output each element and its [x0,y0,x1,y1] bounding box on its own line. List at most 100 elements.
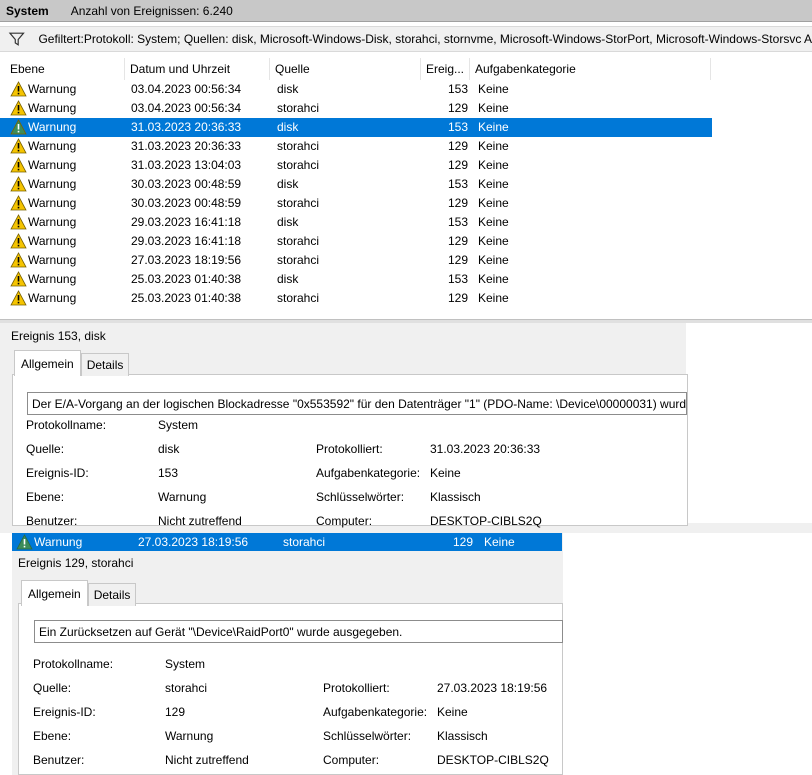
cell-level: Warnung [28,215,77,229]
event-detail-pane-overlay: Warnung 27.03.2023 18:19:56 storahci 129… [12,528,563,775]
column-header-level[interactable]: Ebene [6,58,125,80]
table-row[interactable]: Warnung 25.03.2023 01:40:38 storahci 129 Kei… [0,289,712,308]
warning-triangle-icon [10,233,27,249]
warning-triangle-icon [10,214,27,230]
table-row[interactable]: Warnung 03.04.2023 00:56:34 disk 153 Keine [0,80,712,99]
overlay-selected-row[interactable]: Warnung 27.03.2023 18:19:56 storahci 129… [12,533,562,551]
cell-date: 31.03.2023 20:36:33 [131,120,242,134]
label-computer: Computer: [323,753,380,767]
event-message[interactable]: Ein Zurücksetzen auf Gerät "\Device\Raid… [34,620,563,643]
cell-date: 29.03.2023 16:41:18 [131,234,242,248]
cell-level: Warnung [28,139,77,153]
label-source: Quelle: [26,442,65,456]
column-header-source[interactable]: Quelle [271,58,421,80]
filter-text: Gefiltert:Protokoll: System; Quellen: di… [38,32,812,46]
cell-source: storahci [277,139,320,153]
cell-date: 03.04.2023 00:56:34 [131,82,242,96]
filter-funnel-icon [8,32,25,46]
cell-source: disk [277,120,299,134]
cell-event-id: 153 [448,272,469,286]
tab-details[interactable]: Details [80,353,130,376]
cell-date: 29.03.2023 16:41:18 [131,215,242,229]
tab-details[interactable]: Details [87,583,137,606]
label-task-category: Aufgabenkategorie: [316,466,421,480]
column-header-date[interactable]: Datum und Uhrzeit [126,58,270,80]
cell-event-id: 129 [448,196,469,210]
table-row[interactable]: Warnung 29.03.2023 16:41:18 storahci 129 Kei… [0,232,712,251]
value-logged: 27.03.2023 18:19:56 [437,681,548,695]
column-header-event-id[interactable]: Ereig... [422,58,470,80]
cell-source: disk [277,215,299,229]
cell-task-category: Keine [478,120,509,134]
value-log-name: System [165,657,206,671]
cell-level: Warnung [28,82,77,96]
cell-task-category: Keine [478,196,509,210]
overlay-task: Keine [484,535,515,549]
warning-triangle-icon [10,119,27,135]
table-row[interactable]: Warnung 03.04.2023 00:56:34 storahci 129 Kei… [0,99,712,118]
event-count: Anzahl von Ereignissen: 6.240 [70,3,233,18]
table-row[interactable]: Warnung 31.03.2023 20:36:33 storahci 129 Kei… [0,137,712,156]
value-task-category: Keine [430,466,461,480]
value-computer: DESKTOP-CIBLS2Q [430,514,542,528]
column-header-task-category[interactable]: Aufgabenkategorie [471,58,711,80]
detail-title: Ereignis 129, storahci [18,556,134,570]
title-bar: System Anzahl von Ereignissen: 6.240 [0,0,812,22]
cell-event-id: 153 [448,120,469,134]
warning-triangle-icon [10,100,27,116]
cell-task-category: Keine [478,82,509,96]
detail-tabs: Allgemein Details [21,580,137,606]
warning-triangle-icon [10,271,27,287]
cell-date: 03.04.2023 00:56:34 [131,101,242,115]
label-logged: Protokolliert: [323,681,390,695]
value-level: Warnung [158,490,207,504]
cell-source: storahci [277,196,320,210]
value-computer: DESKTOP-CIBLS2Q [437,753,549,767]
label-event-id: Ereignis-ID: [26,466,89,480]
value-source: disk [158,442,180,456]
warning-triangle-icon [10,195,27,211]
warning-triangle-icon [10,81,27,97]
value-keywords: Klassisch [430,490,481,504]
cell-source: disk [277,82,299,96]
value-event-id: 153 [158,466,179,480]
cell-event-id: 129 [448,253,469,267]
table-row[interactable]: Warnung 31.03.2023 20:36:33 disk 153 Keine [0,118,712,137]
cell-task-category: Keine [478,215,509,229]
cell-event-id: 129 [448,139,469,153]
cell-level: Warnung [28,291,77,305]
table-row[interactable]: Warnung 30.03.2023 00:48:59 disk 153 Keine [0,175,712,194]
cell-task-category: Keine [478,139,509,153]
value-level: Warnung [165,729,214,743]
event-message[interactable]: Der E/A-Vorgang an der logischen Blockad… [27,392,687,415]
table-row[interactable]: Warnung 29.03.2023 16:41:18 disk 153 Keine [0,213,712,232]
cell-level: Warnung [28,272,77,286]
table-row[interactable]: Warnung 25.03.2023 01:40:38 disk 153 Keine [0,270,712,289]
label-log-name: Protokollname: [26,418,107,432]
table-row[interactable]: Warnung 30.03.2023 00:48:59 storahci 129 Kei… [0,194,712,213]
table-row[interactable]: Warnung 27.03.2023 18:19:56 storahci 129 Kei… [0,251,712,270]
cell-level: Warnung [28,101,77,115]
overlay-event-id: 129 [453,535,474,549]
warning-triangle-icon [10,252,27,268]
cell-task-category: Keine [478,291,509,305]
label-level: Ebene: [26,490,65,504]
value-keywords: Klassisch [437,729,488,743]
detail-tabs: Allgemein Details [14,350,130,376]
cell-source: disk [277,272,299,286]
cell-level: Warnung [28,177,77,191]
value-log-name: System [158,418,199,432]
label-user: Benutzer: [33,753,85,767]
cell-source: storahci [277,253,320,267]
cell-source: storahci [277,101,320,115]
label-user: Benutzer: [26,514,78,528]
value-task-category: Keine [437,705,468,719]
table-row[interactable]: Warnung 31.03.2023 13:04:03 storahci 129 Kei… [0,156,712,175]
cell-level: Warnung [28,196,77,210]
tab-general[interactable]: Allgemein [14,350,81,376]
label-log-name: Protokollname: [33,657,114,671]
tab-general[interactable]: Allgemein [21,580,88,606]
detail-title: Ereignis 153, disk [11,329,106,343]
event-list[interactable]: Ebene Datum und Uhrzeit Quelle Ereig... … [0,58,812,316]
value-source: storahci [165,681,208,695]
